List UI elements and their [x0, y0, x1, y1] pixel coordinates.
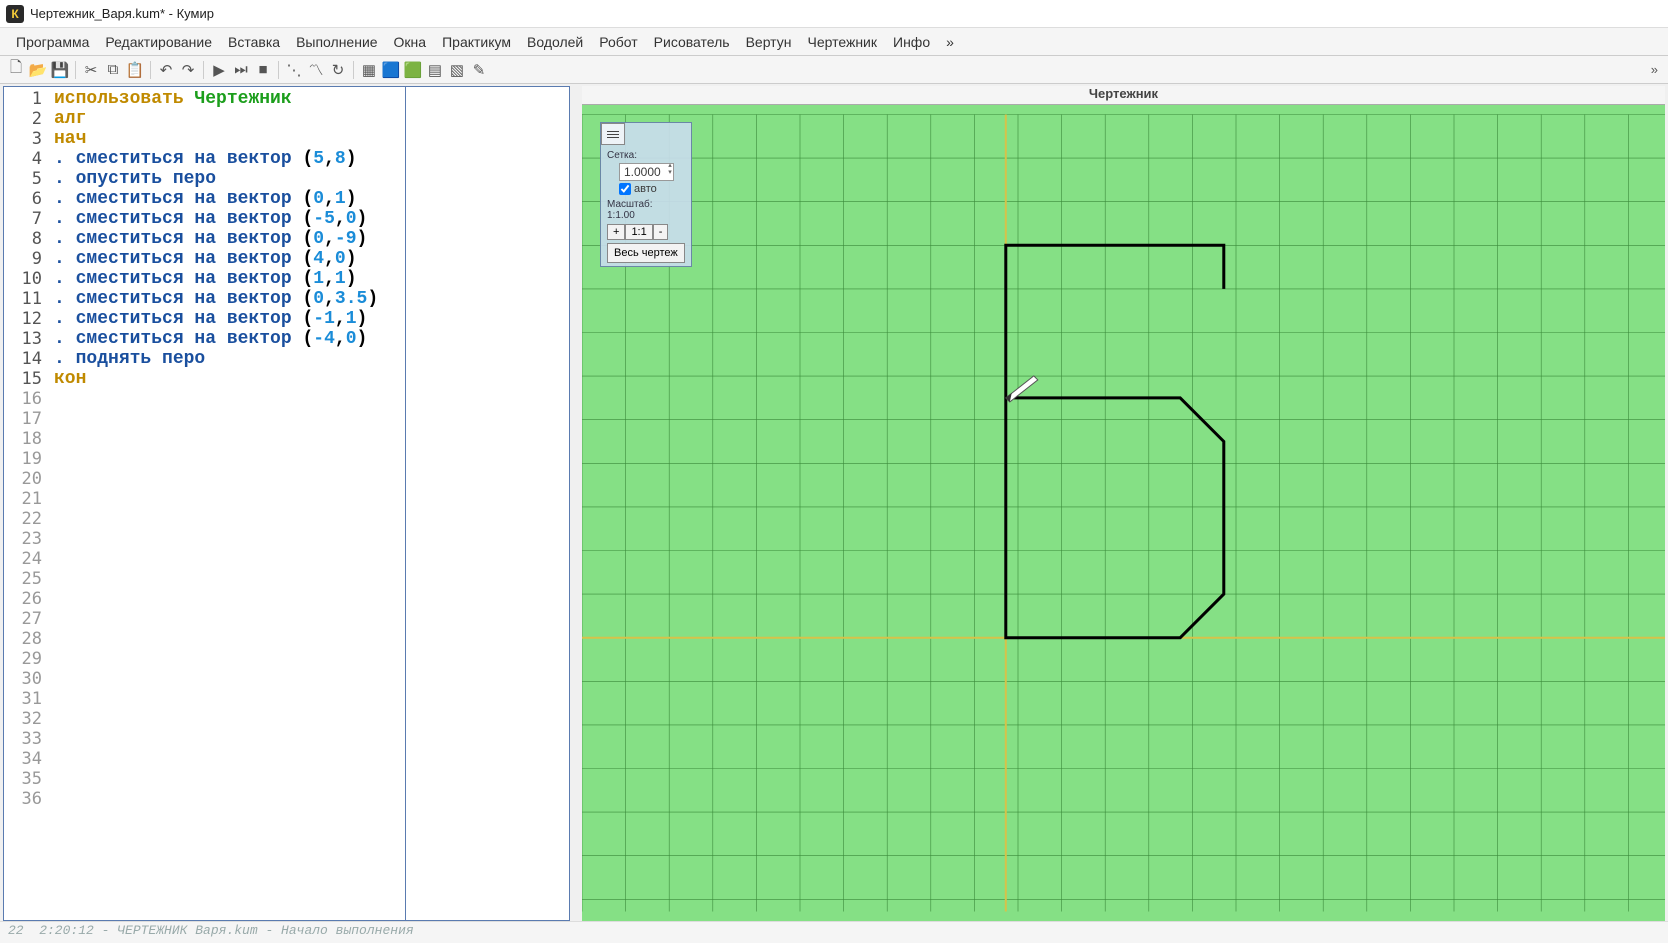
- actor-icon[interactable]: ⋱: [284, 60, 304, 80]
- save-file-icon[interactable]: 💾: [50, 60, 70, 80]
- fit-button[interactable]: Весь чертеж: [607, 243, 685, 263]
- cut-icon[interactable]: ✂: [81, 60, 101, 80]
- panel6-icon[interactable]: ✎: [469, 60, 489, 80]
- grid-spinner[interactable]: 1.0000: [619, 163, 674, 181]
- auto-checkbox-input[interactable]: [619, 183, 631, 195]
- menu-item[interactable]: Рисователь: [646, 31, 738, 53]
- menu-item[interactable]: Инфо: [885, 31, 938, 53]
- auto-checkbox[interactable]: авто: [619, 183, 685, 195]
- scale-label: Масштаб:: [607, 199, 685, 210]
- panel1-icon[interactable]: ▦: [359, 60, 379, 80]
- menu-item[interactable]: Окна: [386, 31, 435, 53]
- actor3-icon[interactable]: ↻: [328, 60, 348, 80]
- toolbar-overflow[interactable]: »: [1647, 62, 1662, 77]
- status-bar: 22 2:20:12 - ЧЕРТЕЖНИК Варя.kum - Начало…: [0, 921, 1668, 943]
- redo-icon[interactable]: ↷: [178, 60, 198, 80]
- menu-item[interactable]: Редактирование: [97, 31, 220, 53]
- toolbar: 🗋 📂 💾 ✂ ⧉ 📋 ↶ ↷ ▶ ⏭ ■ ⋱ 〽 ↻ ▦ 🟦 🟩 ▤ ▧ ✎ …: [0, 56, 1668, 84]
- scale-value: 1:1.00: [607, 210, 685, 221]
- hamburger-icon[interactable]: [601, 123, 625, 145]
- zoom-reset-button[interactable]: 1:1: [625, 224, 652, 240]
- editor-body: 1234567891011121314151617181920212223242…: [4, 87, 569, 920]
- menu-item[interactable]: Вставка: [220, 31, 288, 53]
- app-icon: К: [6, 5, 24, 23]
- menu-item[interactable]: Выполнение: [288, 31, 385, 53]
- stop-icon[interactable]: ■: [253, 60, 273, 80]
- menu-item[interactable]: Программа: [8, 31, 97, 53]
- line-gutter: 1234567891011121314151617181920212223242…: [4, 87, 48, 920]
- visualizer-title: Чертежник: [582, 86, 1665, 104]
- editor-pane: 1234567891011121314151617181920212223242…: [3, 86, 570, 921]
- toolbar-separator: [278, 61, 279, 79]
- zoom-in-button[interactable]: +: [607, 224, 625, 240]
- window-title: Чертежник_Варя.kum* - Кумир: [30, 6, 214, 21]
- panel4-icon[interactable]: ▤: [425, 60, 445, 80]
- menu-bar: ПрограммаРедактированиеВставкаВыполнение…: [0, 28, 1668, 56]
- editor-margin: [406, 87, 569, 920]
- undo-icon[interactable]: ↶: [156, 60, 176, 80]
- toolbar-separator: [203, 61, 204, 79]
- open-file-icon[interactable]: 📂: [28, 60, 48, 80]
- workspace: 1234567891011121314151617181920212223242…: [0, 84, 1668, 921]
- step-icon[interactable]: ⏭: [231, 60, 251, 80]
- run-icon[interactable]: ▶: [209, 60, 229, 80]
- menu-item[interactable]: Чертежник: [799, 31, 885, 53]
- drawing-canvas[interactable]: Сетка: 1.0000 авто Масштаб: 1:1.00 + 1:1…: [582, 104, 1665, 921]
- panel5-icon[interactable]: ▧: [447, 60, 467, 80]
- actor2-icon[interactable]: 〽: [306, 60, 326, 80]
- toolbar-separator: [353, 61, 354, 79]
- zoom-out-button[interactable]: -: [653, 224, 669, 240]
- menu-item[interactable]: Практикум: [434, 31, 519, 53]
- copy-icon[interactable]: ⧉: [103, 60, 123, 80]
- auto-checkbox-label: авто: [634, 183, 657, 195]
- drawing-svg: [582, 105, 1665, 921]
- canvas-controls: Сетка: 1.0000 авто Масштаб: 1:1.00 + 1:1…: [600, 122, 692, 267]
- grid-label: Сетка:: [607, 150, 685, 161]
- menu-item[interactable]: Водолей: [519, 31, 591, 53]
- menu-item[interactable]: »: [938, 31, 962, 53]
- menu-item[interactable]: Робот: [591, 31, 645, 53]
- menu-item[interactable]: Вертун: [738, 31, 800, 53]
- panel3-icon[interactable]: 🟩: [403, 60, 423, 80]
- panel2-icon[interactable]: 🟦: [381, 60, 401, 80]
- toolbar-separator: [150, 61, 151, 79]
- code-area[interactable]: использовать Чертежникалгнач. сместиться…: [48, 87, 406, 920]
- visualizer-pane: Чертежник Сетка: 1.0000 авто Масштаб: 1:…: [582, 86, 1665, 921]
- toolbar-separator: [75, 61, 76, 79]
- paste-icon[interactable]: 📋: [125, 60, 145, 80]
- title-bar: К Чертежник_Варя.kum* - Кумир: [0, 0, 1668, 28]
- new-file-icon[interactable]: 🗋: [6, 60, 26, 80]
